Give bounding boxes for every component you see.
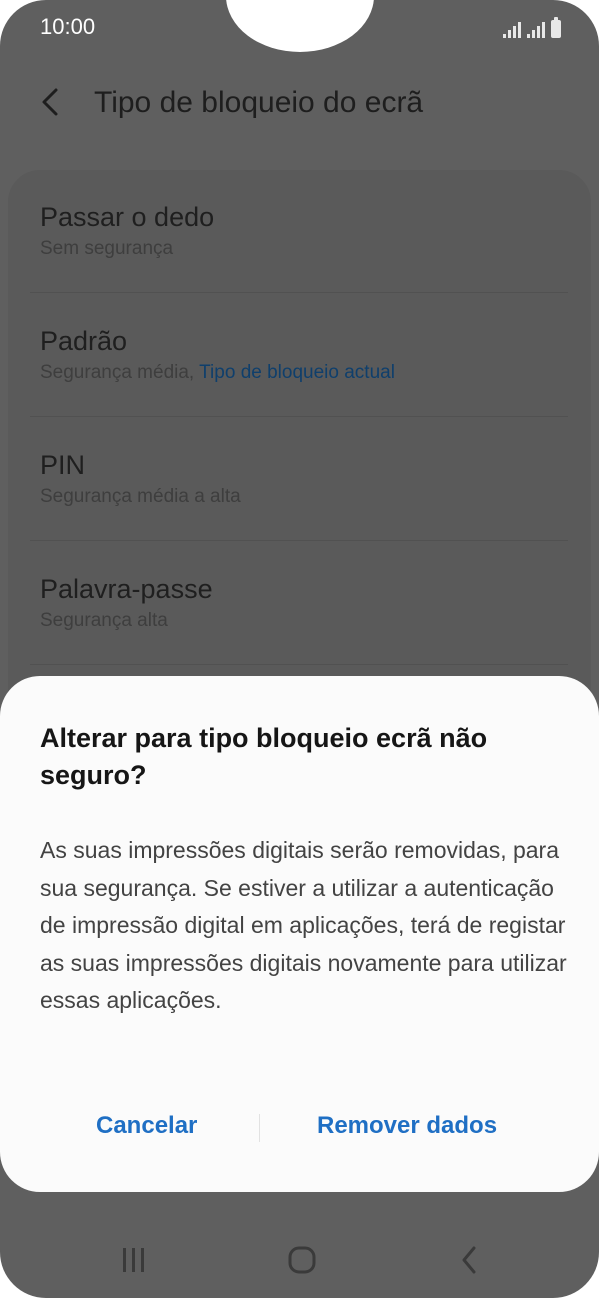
lock-option-swipe[interactable]: Passar o dedo Sem segurança [40,200,570,262]
lock-option-pin[interactable]: PIN Segurança média a alta [40,448,570,510]
status-bar: 10:00 [0,0,599,52]
lock-option-pattern[interactable]: Padrão Segurança média, Tipo de bloqueio… [40,324,570,386]
remove-data-button[interactable]: Remover dados [317,1112,497,1140]
list-divider [30,416,568,417]
list-divider [30,664,568,665]
lock-option-label: Palavra-passe [40,574,213,604]
current-lock-type-note: Tipo de bloqueio actual [199,362,395,383]
confirm-dialog: Alterar para tipo bloqueio ecrã não segu… [0,676,599,1192]
dialog-actions: Cancelar Remover dados [0,1104,599,1154]
status-time: 10:00 [40,14,96,39]
lock-option-subtitle: Segurança média, Tipo de bloqueio actual [40,362,395,383]
button-divider [259,1114,260,1142]
page-title: Tipo de bloqueio do ecrã [94,86,424,119]
lock-option-password[interactable]: Palavra-passe Segurança alta [40,572,570,634]
signal-icon [527,20,545,38]
cancel-button[interactable]: Cancelar [96,1112,197,1140]
lock-option-subtitle: Segurança média a alta [40,486,241,507]
list-divider [30,540,568,541]
status-icons [503,16,561,38]
lock-option-subtitle: Segurança alta [40,610,168,631]
lock-option-label: Padrão [40,326,128,356]
back-icon[interactable] [448,1238,492,1282]
lock-option-subtitle: Sem segurança [40,238,174,259]
lock-option-label: Passar o dedo [40,202,215,232]
lock-option-label: PIN [40,450,86,480]
list-divider [30,292,568,293]
signal-icon [503,20,521,38]
recent-apps-icon[interactable] [112,1238,156,1282]
dialog-title: Alterar para tipo bloqueio ecrã não segu… [40,723,488,790]
phone-screen: 10:00 Tipo de bloqueio do ecrã Passar o … [0,0,599,1298]
navigation-bar [0,1220,599,1298]
battery-icon [551,17,561,38]
home-icon[interactable] [280,1238,324,1282]
chevron-left-icon[interactable] [36,84,68,120]
dialog-message: As suas impressões digitais serão removi… [40,837,567,1013]
app-header: Tipo de bloqueio do ecrã [0,74,599,134]
